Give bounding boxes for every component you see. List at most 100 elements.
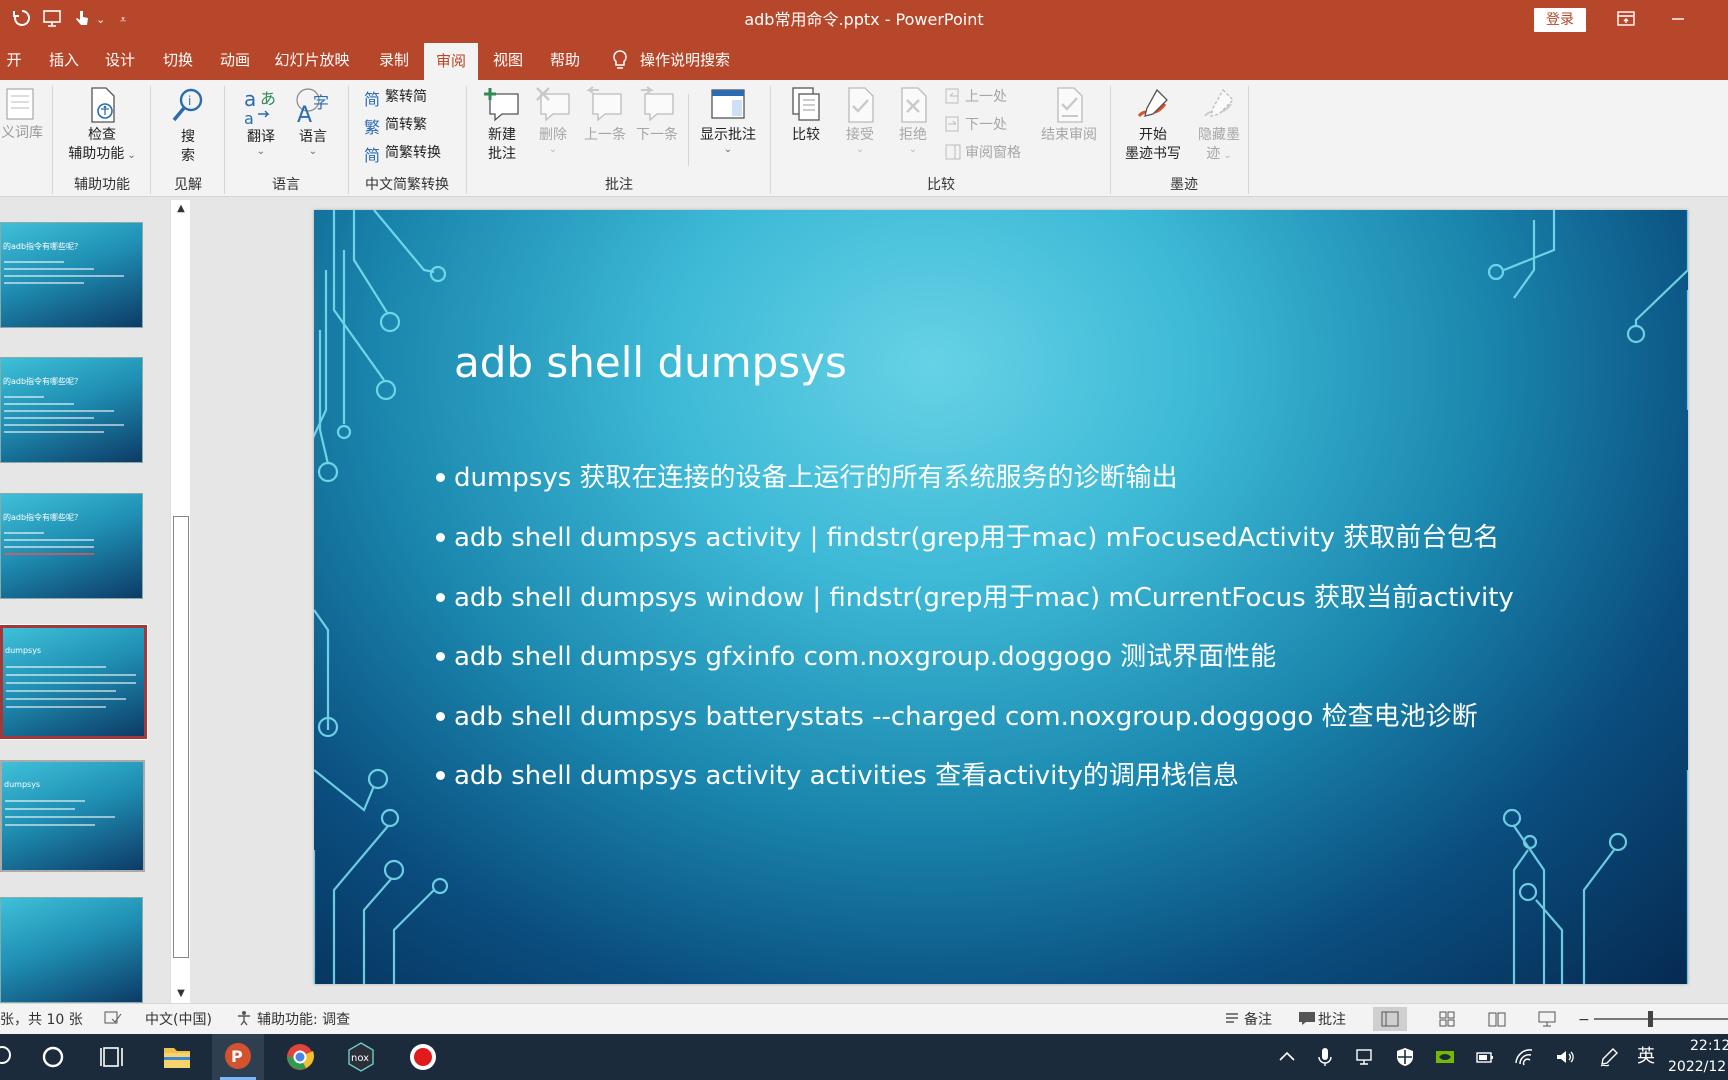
microphone-icon[interactable]: [1314, 1046, 1336, 1068]
tab-view[interactable]: 视图: [488, 40, 528, 80]
scrollbar-thumb[interactable]: [173, 516, 189, 958]
end-review-button[interactable]: 结束审阅: [1036, 86, 1102, 145]
compare-button[interactable]: 比较: [780, 86, 832, 145]
slide-thumbnail[interactable]: 的adb指令有哪些呢？: [0, 493, 143, 599]
tab-slideshow[interactable]: 幻灯片放映: [272, 40, 352, 80]
scroll-down-icon[interactable]: ▼: [171, 985, 191, 1003]
tab-design[interactable]: 设计: [100, 40, 140, 80]
slide-bullet[interactable]: adb shell dumpsys batterystats --charged…: [436, 700, 1478, 734]
clock-time[interactable]: 22:12: [1690, 1036, 1728, 1056]
language-button[interactable]: A字 语言 ⌄: [288, 86, 338, 157]
slide-thumbnail[interactable]: [0, 897, 143, 1003]
ribbon-separator: [1248, 86, 1249, 194]
group-label-chinese-convert: 中文简繁转换: [365, 177, 449, 193]
pen-icon[interactable]: [1598, 1046, 1620, 1068]
slide-bullet[interactable]: adb shell dumpsys activity activities 查看…: [436, 759, 1239, 793]
lightbulb-icon: [608, 40, 632, 80]
reading-view-icon[interactable]: [1480, 1007, 1514, 1031]
smart-lookup-button[interactable]: i 搜 索: [162, 86, 214, 166]
network-desktop-icon[interactable]: [1354, 1046, 1376, 1068]
slide-title[interactable]: adb shell dumpsys: [454, 338, 847, 387]
notes-button[interactable]: 备注: [1244, 1010, 1272, 1030]
new-comment-button[interactable]: 新建 批注: [476, 86, 528, 164]
normal-view-icon[interactable]: [1373, 1007, 1407, 1031]
tab-help[interactable]: 帮助: [545, 40, 585, 80]
battery-icon[interactable]: [1474, 1046, 1496, 1068]
reviewing-pane-button[interactable]: 审阅窗格: [944, 143, 1021, 165]
accessibility-status[interactable]: 辅助功能: 调查: [257, 1010, 350, 1030]
nvidia-icon[interactable]: [1434, 1046, 1456, 1068]
trad-to-simp-button[interactable]: 简繁转简: [364, 87, 427, 109]
translate-button[interactable]: aあa 翻译 ⌄: [234, 86, 288, 157]
previous-change-button[interactable]: 上一处: [944, 87, 1007, 109]
simp-to-trad-button[interactable]: 繁简转繁: [364, 115, 427, 137]
tab-transitions[interactable]: 切换: [158, 40, 198, 80]
thumbnail-scrollbar[interactable]: ▲ ▼: [170, 200, 190, 1003]
comments-button[interactable]: 批注: [1318, 1010, 1346, 1030]
zoom-slider-track[interactable]: [1594, 1018, 1728, 1020]
nox-player-icon[interactable]: nox: [335, 1034, 387, 1080]
accept-button[interactable]: 接受 ⌄: [834, 86, 886, 155]
status-bar: 张，共 10 张 中文(中国) 辅助功能: 调查 备注 批注 −: [0, 1003, 1728, 1034]
cortana-icon[interactable]: [27, 1034, 79, 1080]
powerpoint-taskbar-icon[interactable]: P: [212, 1034, 264, 1080]
group-label-accessibility: 辅助功能: [74, 177, 130, 193]
slide-sorter-view-icon[interactable]: [1430, 1007, 1464, 1031]
slide-thumbnail[interactable]: dumpsys: [0, 760, 145, 872]
zoom-out-icon[interactable]: −: [1578, 1010, 1590, 1030]
simp-trad-convert-button[interactable]: 简简繁转换: [364, 143, 441, 165]
next-comment-button[interactable]: 下一条: [632, 86, 682, 145]
slide-thumbnail-selected[interactable]: dumpsys: [0, 624, 148, 740]
screen-recorder-icon[interactable]: [397, 1034, 449, 1080]
clock-date[interactable]: 2022/12: [1668, 1057, 1726, 1077]
ime-indicator[interactable]: 英: [1637, 1045, 1655, 1069]
delete-comment-button[interactable]: 删除 ⌄: [530, 86, 576, 155]
svg-text:P: P: [231, 1047, 243, 1066]
scroll-up-icon[interactable]: ▲: [171, 200, 191, 218]
security-shield-icon[interactable]: [1394, 1046, 1416, 1068]
slideshow-view-icon[interactable]: [1530, 1007, 1564, 1031]
start-inking-button[interactable]: 开始 墨迹书写: [1118, 86, 1188, 164]
reject-button[interactable]: 拒绝 ⌄: [888, 86, 938, 155]
tab-home[interactable]: 开始: [0, 40, 28, 109]
check-accessibility-button[interactable]: 检查 辅助功能 ⌄: [62, 86, 142, 165]
minimize-icon[interactable]: [1666, 7, 1690, 31]
login-button[interactable]: 登录: [1534, 8, 1586, 32]
tab-animations[interactable]: 动画: [215, 40, 255, 80]
next-change-button[interactable]: 下一处: [944, 115, 1007, 137]
search-icon[interactable]: [0, 1034, 22, 1080]
chevron-up-icon[interactable]: [1276, 1046, 1298, 1068]
slide-bullet[interactable]: dumpsys 获取在连接的设备上运行的所有系统服务的诊断输出: [436, 461, 1178, 495]
chrome-dev-icon[interactable]: [274, 1034, 326, 1080]
slide-thumbnail[interactable]: 的adb指令有哪些呢？: [0, 222, 143, 328]
slide-thumbnail-pane: 的adb指令有哪些呢？ 的adb指令有哪些呢？ 的adb指令有哪些呢？ dump…: [0, 197, 162, 1003]
file-explorer-icon[interactable]: [151, 1034, 203, 1080]
comments-icon[interactable]: [1298, 1010, 1316, 1032]
slide-thumbnail[interactable]: 的adb指令有哪些呢？: [0, 357, 143, 463]
tab-record[interactable]: 录制: [374, 40, 414, 80]
hide-ink-button[interactable]: 隐藏墨 迹 ⌄: [1188, 86, 1250, 165]
volume-icon[interactable]: [1554, 1046, 1576, 1068]
group-label-insights: 见解: [174, 177, 202, 193]
thesaurus-button[interactable]: 义词库: [0, 86, 44, 143]
slide-bullet[interactable]: adb shell dumpsys activity | findstr(gre…: [436, 521, 1499, 555]
task-view-icon[interactable]: [87, 1034, 139, 1080]
tell-me-search[interactable]: 操作说明搜索: [640, 40, 740, 80]
language-indicator[interactable]: 中文(中国): [145, 1010, 212, 1030]
ribbon-display-options-icon[interactable]: [1614, 7, 1638, 31]
slide-bullet[interactable]: adb shell dumpsys window | findstr(grep用…: [436, 581, 1514, 615]
tab-review[interactable]: 审阅: [424, 40, 478, 80]
svg-text:字: 字: [313, 93, 329, 112]
group-label-language: 语言: [272, 177, 300, 193]
spelling-check-icon[interactable]: [104, 1010, 122, 1032]
accessibility-icon[interactable]: [236, 1010, 252, 1032]
tab-insert[interactable]: 插入: [44, 40, 84, 80]
notes-icon[interactable]: [1224, 1010, 1240, 1032]
previous-comment-button[interactable]: 上一条: [580, 86, 630, 145]
slide-canvas[interactable]: adb shell dumpsys dumpsys 获取在连接的设备上运行的所有…: [314, 210, 1688, 984]
wifi-icon[interactable]: [1514, 1046, 1536, 1068]
zoom-slider-handle[interactable]: [1648, 1011, 1653, 1027]
slide-bullet[interactable]: adb shell dumpsys gfxinfo com.noxgroup.d…: [436, 640, 1276, 674]
bullet-dot: [436, 771, 445, 780]
show-comments-button[interactable]: 显示批注 ⌄: [694, 86, 762, 155]
